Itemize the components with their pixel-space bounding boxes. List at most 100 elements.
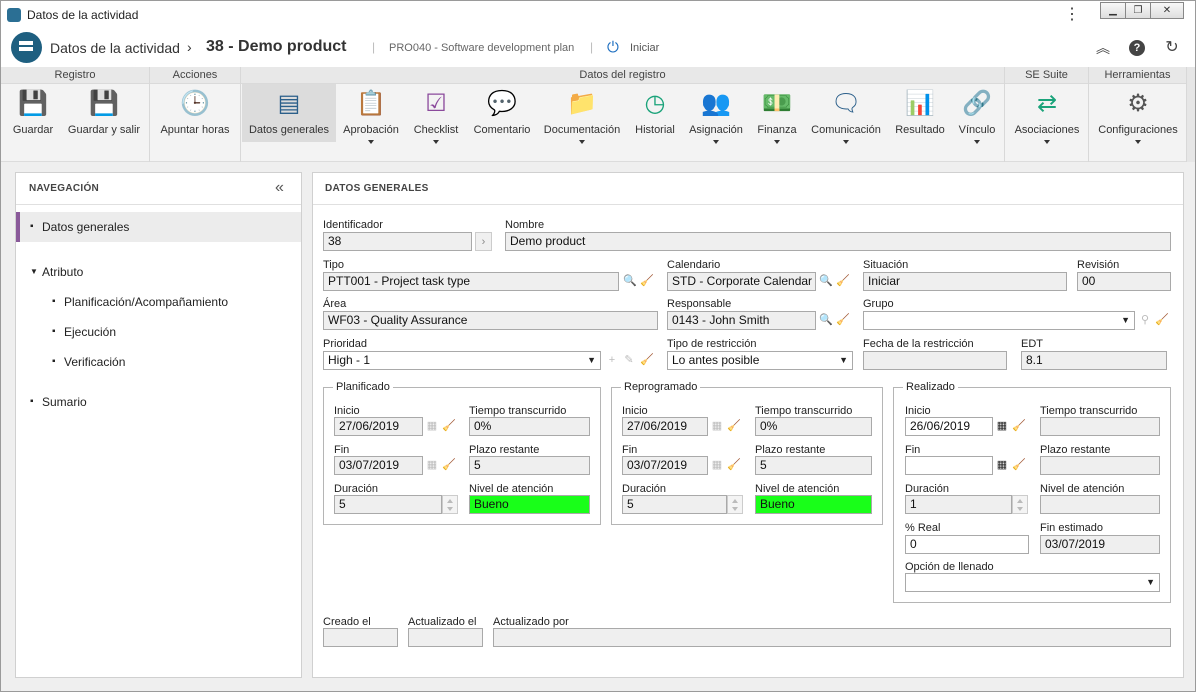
- clear-icon[interactable]: 🧹: [639, 351, 655, 370]
- general-data-button[interactable]: ▤ Datos generales: [242, 84, 336, 142]
- next-record-icon[interactable]: ›: [475, 232, 492, 251]
- documentation-button[interactable]: 📁 Documentación: [539, 84, 625, 144]
- search-icon[interactable]: 🔍: [818, 311, 834, 330]
- reprogramado-duracion-field: 5: [622, 495, 727, 514]
- result-icon: 📊: [905, 90, 935, 117]
- nav-item-label: Atributo: [42, 265, 84, 279]
- log-hours-button[interactable]: 🕒 Apuntar horas: [154, 84, 236, 142]
- ribbon-scrollbar[interactable]: [1187, 67, 1195, 162]
- clear-icon[interactable]: 🧹: [1011, 456, 1027, 475]
- grupo-label: Grupo: [863, 298, 894, 310]
- save-button[interactable]: 💾 Guardar: [7, 84, 59, 142]
- search-icon[interactable]: 🔍: [818, 272, 834, 291]
- maximize-button[interactable]: ❐: [1125, 2, 1151, 19]
- clear-icon[interactable]: 🧹: [639, 272, 655, 291]
- binoculars-icon[interactable]: ⚲: [1137, 311, 1153, 330]
- real-percent-field[interactable]: 0: [905, 535, 1029, 554]
- plazo-restante-label: Plazo restante: [755, 444, 826, 456]
- reprogramado-inicio-field: 27/06/2019: [622, 417, 708, 436]
- nav-item-verificacion[interactable]: ▪ Verificación: [16, 347, 301, 377]
- clear-icon[interactable]: 🧹: [726, 456, 742, 475]
- approval-button[interactable]: 📋 Aprobación: [340, 84, 402, 144]
- calendar-icon[interactable]: ▦: [709, 417, 725, 436]
- clear-icon[interactable]: 🧹: [1011, 417, 1027, 436]
- save-icon: 💾: [18, 90, 48, 117]
- calendar-icon[interactable]: ▦: [424, 417, 440, 436]
- status-action[interactable]: Iniciar: [630, 42, 659, 54]
- calendar-icon[interactable]: ▦: [424, 456, 440, 475]
- prioridad-select[interactable]: High - 1: [323, 351, 601, 370]
- nombre-field[interactable]: Demo product: [505, 232, 1171, 251]
- revision-field: 00: [1077, 272, 1171, 291]
- collapse-panel-icon[interactable]: «: [275, 179, 284, 197]
- clear-icon[interactable]: 🧹: [441, 417, 457, 436]
- settings-button[interactable]: ⚙ Configuraciones: [1093, 84, 1183, 144]
- communication-icon: 🗨: [831, 90, 862, 117]
- realizado-fin-field[interactable]: [905, 456, 993, 475]
- clear-icon[interactable]: 🧹: [726, 417, 742, 436]
- tiempo-transcurrido-label: Tiempo transcurrido: [469, 405, 567, 417]
- situacion-field: Iniciar: [863, 272, 1067, 291]
- fin-label: Fin: [622, 444, 638, 456]
- clear-icon[interactable]: 🧹: [441, 456, 457, 475]
- opcion-llenado-select[interactable]: [905, 573, 1160, 592]
- clear-icon[interactable]: 🧹: [835, 311, 851, 330]
- clear-icon[interactable]: 🧹: [835, 272, 851, 291]
- refresh-icon[interactable]: ↻: [1163, 39, 1181, 57]
- duracion-stepper[interactable]: [727, 495, 743, 514]
- result-button[interactable]: 📊 Resultado: [889, 84, 951, 142]
- finance-button[interactable]: 💵 Finanza: [751, 84, 803, 144]
- ribbon-group-label: Registro: [1, 67, 149, 84]
- responsable-label: Responsable: [667, 298, 732, 310]
- tipo-restriccion-select[interactable]: Lo antes posible: [667, 351, 853, 370]
- identificador-label: Identificador: [323, 219, 383, 231]
- chevron-down-icon[interactable]: ▼: [30, 267, 38, 276]
- associations-button[interactable]: ⇄ Asociaciones: [1009, 84, 1085, 144]
- breadcrumb[interactable]: Datos de la actividad: [50, 40, 180, 56]
- logo-icon: [11, 32, 42, 63]
- history-button[interactable]: ◷ Historial: [629, 84, 681, 142]
- opcion-llenado-label: Opción de llenado: [905, 561, 994, 573]
- bullet-icon: ▪: [30, 221, 34, 232]
- nav-item-atributo[interactable]: ▼ Atributo: [16, 257, 301, 287]
- save-and-exit-button[interactable]: 💾 Guardar y salir: [63, 84, 145, 142]
- add-icon[interactable]: +: [604, 351, 620, 370]
- nav-item-planificacion[interactable]: ▪ Planificación/Acompañamiento: [16, 287, 301, 317]
- power-icon[interactable]: ⏻: [607, 40, 619, 55]
- checklist-button[interactable]: ☑ Checklist: [407, 84, 465, 144]
- comment-button[interactable]: 💬 Comentario: [469, 84, 535, 142]
- navigation-title: NAVEGACIÓN: [29, 183, 100, 194]
- communication-button[interactable]: 🗨 Comunicación: [807, 84, 885, 144]
- assignment-button[interactable]: 👥 Asignación: [685, 84, 747, 144]
- collapse-icon[interactable]: ︽: [1094, 39, 1112, 57]
- realizado-inicio-field[interactable]: 26/06/2019: [905, 417, 993, 436]
- nav-item-datos-generales[interactable]: ▪ Datos generales: [16, 212, 301, 242]
- nav-item-label: Datos generales: [42, 220, 130, 234]
- minimize-button[interactable]: ▁: [1100, 2, 1126, 19]
- clear-icon[interactable]: 🧹: [1154, 311, 1170, 330]
- calendar-icon[interactable]: ▦: [994, 456, 1010, 475]
- edt-label: EDT: [1021, 338, 1043, 350]
- area-field: WF03 - Quality Assurance: [323, 311, 658, 330]
- search-icon[interactable]: 🔍: [622, 272, 638, 291]
- close-button[interactable]: ✕: [1150, 2, 1184, 19]
- ribbon-group-label: Datos del registro: [241, 67, 1004, 84]
- grupo-select[interactable]: [863, 311, 1135, 330]
- planificado-tiempo-field: 0%: [469, 417, 590, 436]
- fin-estimado-label: Fin estimado: [1040, 522, 1103, 534]
- duracion-stepper[interactable]: [442, 495, 458, 514]
- link-button[interactable]: 🔗 Vínculo: [953, 84, 1001, 144]
- calendar-icon[interactable]: ▦: [709, 456, 725, 475]
- nav-item-sumario[interactable]: ▪ Sumario: [16, 387, 301, 417]
- more-options-icon[interactable]: ⋮: [1064, 5, 1080, 25]
- prioridad-label: Prioridad: [323, 338, 368, 350]
- help-icon[interactable]: ?: [1129, 40, 1145, 56]
- nav-item-ejecucion[interactable]: ▪ Ejecución: [16, 317, 301, 347]
- approval-icon: 📋: [356, 90, 386, 117]
- tiempo-transcurrido-label: Tiempo transcurrido: [755, 405, 853, 417]
- divider: |: [590, 40, 594, 54]
- calendario-field: STD - Corporate Calendar: [667, 272, 816, 291]
- calendar-icon[interactable]: ▦: [994, 417, 1010, 436]
- duracion-stepper[interactable]: [1012, 495, 1028, 514]
- edit-icon[interactable]: ✎: [621, 351, 637, 370]
